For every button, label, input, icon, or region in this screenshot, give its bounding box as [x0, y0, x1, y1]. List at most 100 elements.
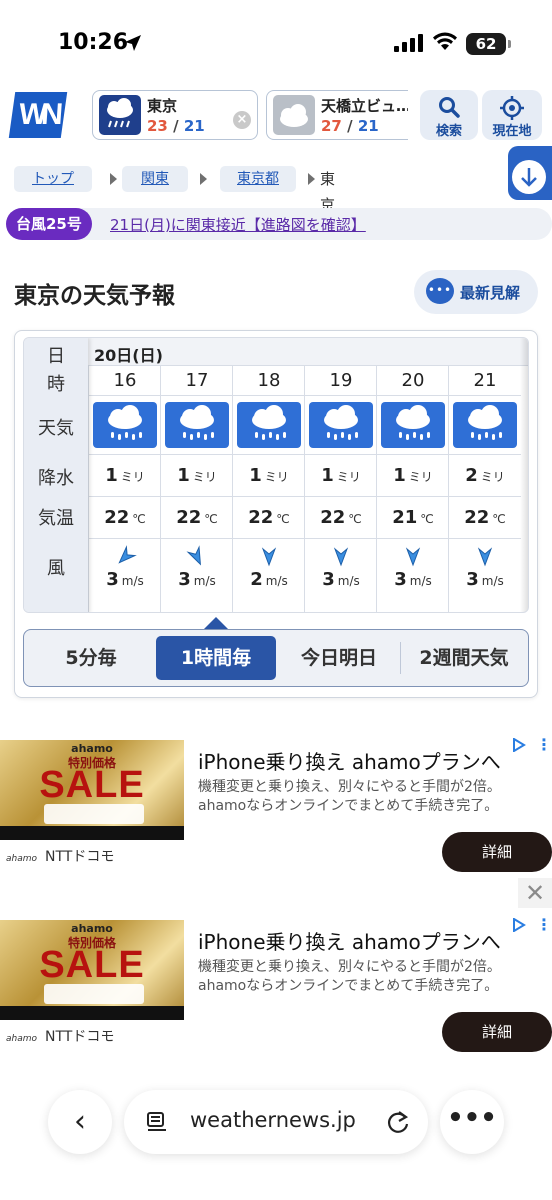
address-bar[interactable]: weathernews.jp [124, 1090, 428, 1154]
wind-direction-icon [186, 545, 201, 566]
rain-icon [381, 402, 445, 448]
latest-commentary-button[interactable]: ••• 最新見解 [414, 270, 538, 314]
row-label-temp: 気温 [38, 508, 74, 529]
wind-cell: 3 m/s [161, 538, 233, 612]
tab-5min[interactable]: 5分毎 [30, 636, 152, 680]
day-label: 20日(日) [94, 346, 163, 365]
site-header: WN 東京 23 / 21 × 天橋立ビュ… 27 / 21 検索 現在地 [0, 84, 552, 146]
wind-direction-icon [261, 547, 277, 567]
hour-column: 17 1 ミリ 22 ℃ 3 m/s [160, 366, 233, 612]
url-text: weathernews.jp [190, 1108, 356, 1132]
ad-details-button[interactable]: 詳細 [442, 1012, 552, 1052]
ad-advertiser: ahamo NTTドコモ [6, 849, 115, 865]
forecast-card: 日 時 天気 降水 気温 風 20日(日) ミリ℃m/s161ミリ22℃3m/s… [14, 330, 538, 698]
ad-banner[interactable]: ahamo 特別価格 SALE iPhone乗り換え ahamoプランへ 機種変… [0, 914, 552, 1054]
precip-cell: 2 ミリ [449, 454, 521, 496]
battery-indicator: 62 [466, 33, 511, 55]
scroll-down-button[interactable] [508, 146, 552, 200]
hour-column: 19 1 ミリ 22 ℃ 3 m/s [304, 366, 377, 612]
ad-image[interactable]: ahamo 特別価格 SALE [0, 920, 184, 1020]
hour-column: 20 1 ミリ 21 ℃ 3 m/s [376, 366, 449, 612]
wind-cell: 3 m/s [89, 538, 161, 612]
rain-icon [165, 402, 229, 448]
temp-cell: 22 ℃ [305, 496, 377, 538]
speech-bubble-icon: ••• [426, 278, 454, 304]
ad-banner[interactable]: ahamo 特別価格 SALE iPhone乗り換え ahamoプランへ 機種変… [0, 734, 552, 874]
close-ad-icon[interactable]: ✕ [518, 878, 552, 908]
ad-fineprint [44, 984, 144, 1004]
tab-2week[interactable]: 2週間天気 [402, 636, 526, 680]
status-bar: 10:26 62 [0, 0, 552, 84]
browser-toolbar: ‹ weathernews.jp ••• [0, 1080, 552, 1200]
ad-details-button[interactable]: 詳細 [442, 832, 552, 872]
tab-today-tomorrow[interactable]: 今日明日 [280, 636, 398, 680]
rain-icon [309, 402, 373, 448]
adchoices-icon[interactable] [512, 918, 526, 932]
temp-cell: 22 ℃ [233, 496, 305, 538]
ad-headline[interactable]: iPhone乗り換え ahamoプランへ [198, 746, 526, 775]
wind-direction-icon [405, 547, 421, 567]
location-arrow-icon [125, 35, 141, 51]
status-time: 10:26 [58, 30, 129, 55]
breadcrumb-top[interactable]: トップ [14, 166, 92, 192]
cellular-signal-icon [394, 34, 423, 52]
page-title: 東京の天気予報 [14, 283, 175, 309]
arrow-down-icon [521, 168, 537, 187]
hourly-forecast-table[interactable]: 日 時 天気 降水 気温 風 20日(日) ミリ℃m/s161ミリ22℃3m/s… [23, 337, 529, 613]
wind-cell: 3 m/s [377, 538, 449, 612]
scroll-shadow [520, 338, 528, 612]
breadcrumb-tokyo-to[interactable]: 東京都 [220, 166, 296, 192]
location-temps: 23 / 21 [147, 117, 205, 135]
tab-hourly[interactable]: 1時間毎 [156, 636, 276, 680]
ad-menu-icon[interactable]: ⋮ [536, 737, 552, 753]
ad-fineprint [44, 804, 144, 824]
active-tab-pointer [204, 617, 228, 629]
breadcrumb-chevron-icon [200, 173, 207, 185]
page-format-icon[interactable] [146, 1112, 168, 1132]
row-labels: 日 時 天気 降水 気温 風 [24, 338, 88, 612]
adchoices-icon[interactable] [512, 738, 526, 752]
precip-cell: 1 ミリ [161, 454, 233, 496]
hour-column: 21 2 ミリ 22 ℃ 3 m/s [448, 366, 521, 612]
temp-cell: 22 ℃ [161, 496, 233, 538]
location-name: 天橋立ビュ… [321, 97, 408, 115]
wind-direction-icon [477, 547, 493, 567]
precip-cell: 1 ミリ [305, 454, 377, 496]
breadcrumb-kanto[interactable]: 関東 [122, 166, 188, 192]
row-label-precip: 降水 [38, 468, 74, 489]
forecast-interval-tabs: 5分毎 1時間毎 今日明日 2週間天気 [23, 629, 529, 687]
typhoon-link[interactable]: 21日(月)に関東接近【進路図を確認】 [110, 214, 366, 235]
row-label-weather: 天気 [38, 418, 74, 439]
more-options-button[interactable]: ••• [440, 1090, 504, 1154]
ad-strip [0, 1006, 184, 1020]
typhoon-badge: 台風25号 [6, 208, 92, 240]
rain-icon [93, 402, 157, 448]
back-button[interactable]: ‹ [48, 1090, 112, 1154]
reload-icon[interactable] [386, 1109, 410, 1135]
hour-label: 18 [233, 366, 305, 396]
current-location-button[interactable]: 現在地 [482, 90, 542, 140]
ad-menu-icon[interactable]: ⋮ [536, 917, 552, 933]
ad-image[interactable]: ahamo 特別価格 SALE [0, 740, 184, 840]
wifi-icon [433, 32, 457, 50]
location-name: 東京 [147, 97, 178, 115]
remove-location-icon[interactable]: × [233, 111, 251, 129]
location-card-tokyo[interactable]: 東京 23 / 21 × [92, 90, 258, 140]
typhoon-alert: 台風25号 21日(月)に関東接近【進路図を確認】 [6, 208, 552, 240]
breadcrumb-chevron-icon [110, 173, 117, 185]
row-label-day: 日 [47, 346, 65, 367]
cloudy-icon [273, 95, 315, 135]
location-temps: 27 / 21 [321, 117, 379, 135]
ad-headline[interactable]: iPhone乗り換え ahamoプランへ [198, 926, 526, 955]
hour-label: 21 [449, 366, 521, 396]
weathernews-logo[interactable]: WN [8, 92, 68, 138]
ad-description: 機種変更と乗り換え、別々にやると手間が2倍。ahamoならオンラインでまとめて手… [198, 779, 501, 814]
search-button[interactable]: 検索 [420, 90, 478, 140]
precip-cell: 1 ミリ [377, 454, 449, 496]
hour-label: 19 [305, 366, 377, 396]
hour-label: 16 [89, 366, 161, 396]
precip-cell: 1 ミリ [233, 454, 305, 496]
wind-direction-icon [333, 547, 349, 567]
location-card-amanohashidate[interactable]: 天橋立ビュ… 27 / 21 [266, 90, 408, 140]
heavy-rain-icon [99, 95, 141, 135]
